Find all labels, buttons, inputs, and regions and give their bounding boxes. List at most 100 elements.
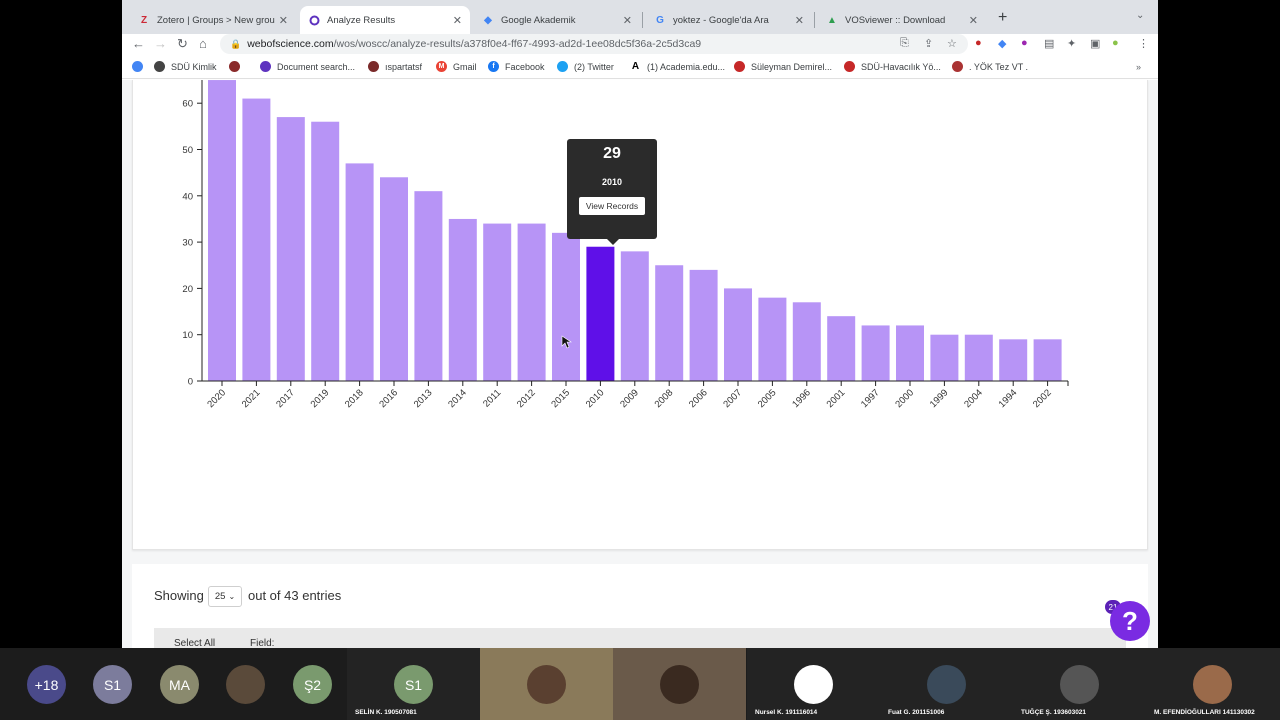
facebook-icon: f (488, 61, 499, 72)
close-icon[interactable]: ✕ (279, 14, 288, 27)
page-content: 0 10 20 30 40 50 60 2020 2021 2017 2019 2018 2016 201… (122, 80, 1158, 648)
bar-2019[interactable] (311, 121, 340, 381)
bar-2001[interactable] (827, 316, 856, 381)
bookmark-item[interactable]: (2) Twitter (557, 61, 614, 72)
bar-2014[interactable] (448, 218, 477, 381)
forward-arrow-icon[interactable]: → (154, 36, 167, 51)
participant-name: Nursel K. 191116014 (755, 709, 818, 716)
extension-blue-icon[interactable]: ◆ (998, 37, 1006, 50)
bookmark-item[interactable]: SDÜ Kimlik (154, 61, 217, 72)
translate-icon[interactable]: ⎘ (900, 37, 909, 50)
tab-google-akademik[interactable]: ◆ Google Akademik ✕ (474, 6, 640, 34)
address-bar[interactable]: 🔒 webofscience.com/wos/woscc/analyze-res… (220, 34, 968, 54)
bookmark-item[interactable]: ıspartatsf (368, 61, 422, 72)
bar-2012[interactable] (517, 223, 546, 381)
more-bookmarks-icon[interactable]: » (1136, 62, 1141, 72)
bookmark-item[interactable] (132, 61, 149, 72)
extension-red-icon[interactable]: ● (975, 37, 982, 49)
bar-2007[interactable] (724, 288, 752, 381)
bookmark-item[interactable]: SDÜ-Havacılık Yö... (844, 61, 941, 72)
page-size-select[interactable]: 25 ⌄ (208, 586, 242, 607)
participant-tile[interactable]: Ş2 (266, 648, 346, 720)
close-icon[interactable]: ✕ (453, 14, 462, 27)
extensions-puzzle-icon[interactable]: ✦ (1067, 37, 1076, 50)
bookmark-item[interactable]: . YÖK Tez VT . (952, 61, 1028, 72)
y-tick-label: 0 (188, 377, 193, 388)
close-icon[interactable]: ✕ (969, 14, 978, 27)
participant-tile[interactable]: Fuat G. 201151006 (880, 648, 1013, 720)
participant-avatar: S1 (93, 665, 132, 704)
y-tick-label: 40 (182, 191, 193, 202)
bar-1997[interactable] (861, 325, 890, 381)
tab-title: Google Akademik (501, 14, 576, 26)
bar-2006[interactable] (689, 269, 718, 381)
bar-2016[interactable] (380, 177, 408, 381)
bar-2002[interactable] (1033, 339, 1062, 381)
participant-photo (226, 665, 265, 704)
participant-tile[interactable] (199, 648, 265, 720)
help-button[interactable]: ? (1110, 601, 1150, 641)
bar-2004[interactable] (964, 334, 993, 381)
bookmark-item[interactable]: M Gmail (436, 61, 477, 72)
tab-analyze-results[interactable]: Analyze Results ✕ (300, 6, 470, 34)
field-column-header: Field: (250, 638, 275, 648)
bar-2021[interactable] (242, 98, 271, 381)
back-arrow-icon[interactable]: ← (132, 36, 145, 51)
profile-avatar-icon[interactable]: ● (1112, 37, 1119, 49)
reading-list-icon[interactable]: ▤ (1044, 37, 1054, 50)
browser-window: Z Zotero | Groups > New group ✕ Analyze … (122, 0, 1158, 648)
x-tick-label: 2002 (1031, 387, 1054, 410)
menu-dots-icon[interactable]: ⋮ (1138, 37, 1149, 50)
twitter-icon (557, 61, 568, 72)
share-icon[interactable]: ⇪ (924, 37, 933, 50)
bar-2011[interactable] (483, 223, 512, 381)
participant-video[interactable] (480, 648, 613, 720)
bar-2015[interactable] (552, 232, 580, 381)
bookmark-item[interactable]: A (1) Academia.edu... (630, 61, 725, 72)
tab-yoktez[interactable]: G yoktez - Google'da Ara ✕ (646, 6, 812, 34)
bar-1996[interactable] (792, 302, 821, 381)
participant-tile[interactable]: S1 (66, 648, 132, 720)
bar-2010[interactable] (586, 246, 615, 381)
chevron-down-icon: ⌄ (228, 592, 236, 601)
bar-2013[interactable] (414, 191, 443, 381)
bar-1999[interactable] (930, 334, 959, 381)
bar-2018[interactable] (345, 163, 374, 381)
star-icon[interactable]: ☆ (947, 37, 957, 50)
bar-2017[interactable] (276, 117, 305, 381)
participant-avatar: S1 (394, 665, 433, 704)
bookmark-item[interactable]: Süleyman Demirel... (734, 61, 832, 72)
select-all-checkbox-label[interactable]: Select All (174, 638, 215, 648)
new-tab-plus-icon[interactable]: + (998, 9, 1007, 27)
close-icon[interactable]: ✕ (795, 14, 804, 27)
bar-2020[interactable] (208, 80, 236, 382)
bar-2005[interactable] (758, 297, 787, 381)
participant-tile[interactable]: TUĞÇE Ş. 193603021 (1013, 648, 1146, 720)
address-path: /wos/woscc/analyze-results/a378f0e4-ff67… (333, 38, 702, 50)
participant-tile[interactable]: Nursel K. 191116014 (747, 648, 880, 720)
academia-icon: A (630, 61, 641, 72)
bookmark-item[interactable] (229, 61, 246, 72)
tab-vosviewer[interactable]: ▲ VOSviewer :: Download ✕ (818, 6, 986, 34)
tab-zotero[interactable]: Z Zotero | Groups > New group ✕ (130, 6, 296, 34)
bookmark-item[interactable]: f Facebook (488, 61, 545, 72)
bar-1994[interactable] (999, 339, 1028, 381)
tab-search-chevron-icon[interactable]: ⌄ (1136, 10, 1144, 21)
home-icon[interactable]: ⌂ (199, 36, 207, 51)
reload-icon[interactable]: ↻ (177, 36, 188, 52)
bar-2000[interactable] (896, 325, 924, 381)
participant-video[interactable] (613, 648, 746, 720)
extension-purple-icon[interactable]: ● (1021, 37, 1028, 49)
participant-tile[interactable]: MA (133, 648, 199, 720)
bar-2009[interactable] (620, 251, 649, 381)
participant-tile[interactable]: M. EFENDİOĞULLARI 141130302 (1146, 648, 1280, 720)
side-panel-icon[interactable]: ▣ (1090, 37, 1100, 50)
view-records-button[interactable]: View Records (578, 197, 646, 215)
site-icon (229, 61, 240, 72)
participant-tile[interactable]: S1 SELİN K. 190507081 (347, 648, 480, 720)
participant-avatar (1060, 665, 1099, 704)
tab-title: VOSviewer :: Download (845, 14, 946, 26)
bookmark-item[interactable]: Document search... (260, 61, 355, 72)
bar-2008[interactable] (655, 265, 684, 381)
close-icon[interactable]: ✕ (623, 14, 632, 27)
